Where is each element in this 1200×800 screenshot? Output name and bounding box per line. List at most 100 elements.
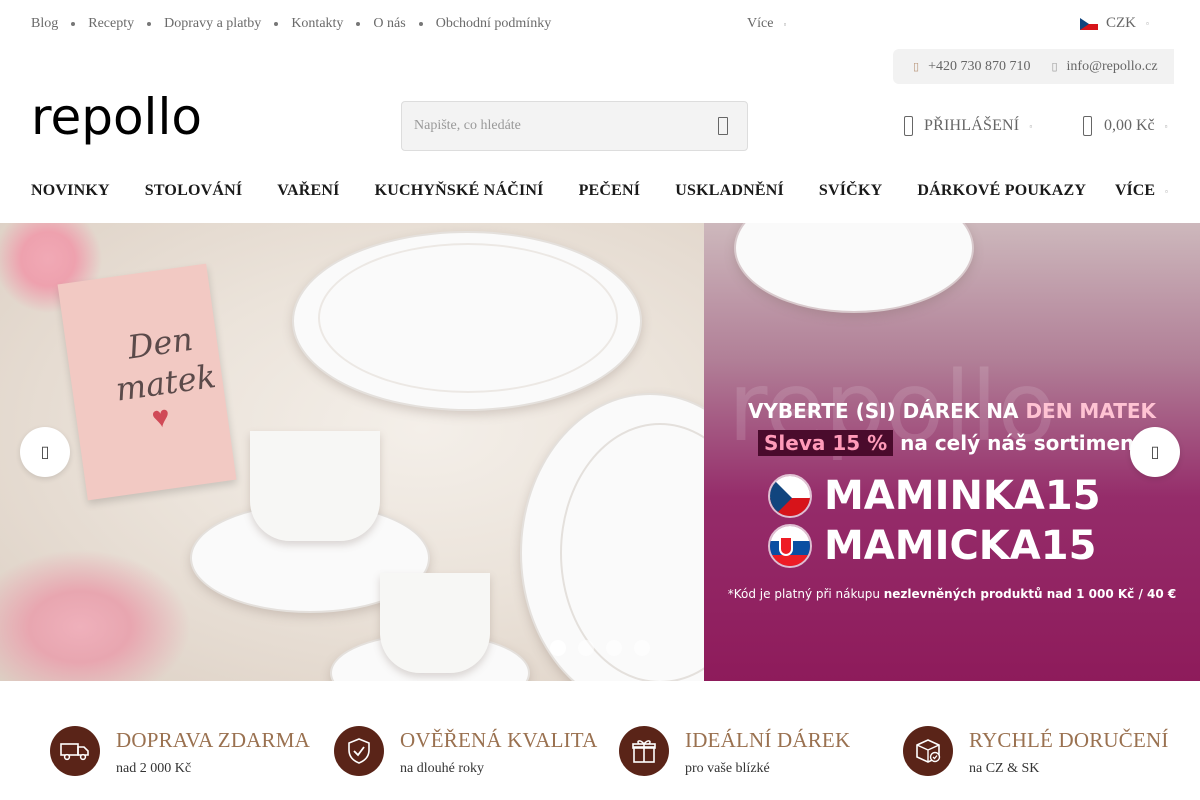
- slider-dot[interactable]: [550, 640, 566, 656]
- slider-prev-button[interactable]: ▯: [20, 427, 70, 477]
- top-bar: Blog Recepty Dopravy a platby Kontakty O…: [0, 0, 1200, 48]
- search-icon[interactable]: [718, 117, 728, 135]
- mail-icon: ▯: [1051, 61, 1058, 73]
- email-address: info@repollo.cz: [1066, 58, 1158, 74]
- top-more-label: Více: [747, 16, 774, 31]
- benefit-text: RYCHLÉ DORUČENÍ na CZ & SK: [969, 726, 1169, 777]
- chevron-down-icon: ▫: [1029, 121, 1033, 131]
- benefit-text: OVĚŘENÁ KVALITA na dlouhé roky: [400, 726, 598, 777]
- benefit-subtitle: pro vaše blízké: [685, 761, 770, 776]
- promo-code-text: MAMICKA15: [824, 523, 1097, 569]
- top-more-dropdown[interactable]: Více ▫: [747, 16, 786, 32]
- nav-item-svicky[interactable]: SVÍČKY: [819, 182, 882, 200]
- promo-code-cz: MAMINKA15: [768, 473, 1101, 519]
- slovak-flag-icon: [768, 524, 812, 568]
- promo-title-prefix: VYBERTE (SI) DÁREK NA: [747, 399, 1026, 423]
- promo-code-sk: MAMICKA15: [768, 523, 1096, 569]
- currency-label: CZK: [1106, 15, 1136, 31]
- promo-note-bold: nezlevněných produktů nad 1 000 Kč / 40 …: [883, 587, 1177, 601]
- phone-contact[interactable]: ▯ +420 730 870 710: [913, 59, 1030, 75]
- card-handwriting: Den matek: [103, 316, 223, 411]
- slider-dots: [550, 640, 662, 656]
- top-link-blog[interactable]: Blog: [31, 16, 58, 32]
- nav-item-stolovani[interactable]: STOLOVÁNÍ: [145, 182, 243, 200]
- search-input[interactable]: [402, 118, 692, 134]
- user-icon: [904, 116, 913, 136]
- promo-code-text: MAMINKA15: [824, 473, 1101, 519]
- promo-subtitle: Sleva 15 % na celý náš sortiment: [758, 430, 1144, 456]
- phone-icon: ▯: [913, 61, 920, 73]
- benefit-quality: OVĚŘENÁ KVALITA na dlouhé roky: [334, 726, 598, 777]
- benefit-free-shipping: DOPRAVA ZDARMA nad 2 000 Kč: [50, 726, 310, 777]
- nav-item-novinky[interactable]: NOVINKY: [31, 182, 110, 200]
- discount-badge: Sleva 15 %: [758, 430, 894, 456]
- gift-icon: [619, 726, 669, 776]
- separator-dot: [418, 22, 423, 26]
- top-link-o-nas[interactable]: O nás: [373, 16, 405, 32]
- benefit-text: DOPRAVA ZDARMA nad 2 000 Kč: [116, 726, 310, 777]
- chevron-left-icon: ▯: [40, 444, 50, 461]
- benefit-text: IDEÁLNÍ DÁREK pro vaše blízké: [685, 726, 850, 777]
- package-icon: [903, 726, 953, 776]
- truck-icon: [50, 726, 100, 776]
- separator-dot: [274, 22, 279, 26]
- slider-next-button[interactable]: ▯: [1130, 427, 1180, 477]
- bowl-image: [734, 223, 974, 313]
- phone-number: +420 730 870 710: [928, 58, 1031, 74]
- hero-slider[interactable]: Den matek ♥ repollo VYBERTE (SI) DÁREK N…: [0, 223, 1200, 681]
- chevron-down-icon: ▫: [1165, 186, 1168, 196]
- separator-dot: [356, 22, 361, 26]
- cart-icon: [1083, 116, 1092, 136]
- nav-more-dropdown[interactable]: VÍCE ▫: [1115, 182, 1168, 200]
- email-contact[interactable]: ▯ info@repollo.cz: [1051, 59, 1157, 75]
- contact-box: ▯ +420 730 870 710 ▯ info@repollo.cz: [893, 49, 1174, 84]
- benefit-subtitle: na dlouhé roky: [400, 761, 484, 776]
- shield-check-icon: [334, 726, 384, 776]
- flowers-decoration: [0, 543, 200, 681]
- benefit-subtitle: nad 2 000 Kč: [116, 761, 192, 776]
- slider-dot[interactable]: [606, 640, 622, 656]
- login-button[interactable]: PŘIHLÁŠENÍ ▫: [904, 116, 1032, 136]
- top-links: Blog Recepty Dopravy a platby Kontakty O…: [31, 16, 551, 32]
- cart-button[interactable]: 0,00 Kč ▫: [1083, 116, 1168, 136]
- promo-subtitle-rest: na celý náš sortiment: [893, 431, 1144, 455]
- nav-item-uskladneni[interactable]: USKLADNĚNÍ: [675, 182, 784, 200]
- cart-total: 0,00 Kč: [1104, 117, 1155, 134]
- separator-dot: [147, 22, 152, 26]
- promo-title-highlight: DEN MATEK: [1025, 399, 1157, 423]
- top-link-dopravy[interactable]: Dopravy a platby: [164, 16, 261, 32]
- benefit-gift: IDEÁLNÍ DÁREK pro vaše blízké: [619, 726, 850, 777]
- benefit-title: OVĚŘENÁ KVALITA: [400, 728, 598, 752]
- chevron-down-icon: ▫: [1164, 121, 1168, 131]
- slider-dot[interactable]: [578, 640, 594, 656]
- benefit-fast-delivery: RYCHLÉ DORUČENÍ na CZ & SK: [903, 726, 1169, 777]
- benefit-title: RYCHLÉ DORUČENÍ: [969, 728, 1169, 752]
- promo-note-prefix: *Kód je platný při nákupu: [727, 587, 884, 601]
- benefits-row: DOPRAVA ZDARMA nad 2 000 Kč OVĚŘENÁ KVAL…: [0, 726, 1200, 800]
- nav-item-peceni[interactable]: PEČENÍ: [579, 182, 641, 200]
- top-link-recepty[interactable]: Recepty: [88, 16, 134, 32]
- login-label: PŘIHLÁŠENÍ: [924, 117, 1020, 134]
- promo-note: *Kód je platný při nákupu nezlevněných p…: [704, 587, 1200, 601]
- chevron-right-icon: ▯: [1150, 444, 1160, 461]
- czech-flag-icon: [1080, 17, 1098, 30]
- promo-title: VYBERTE (SI) DÁREK NA DEN MATEK: [704, 399, 1200, 423]
- benefit-title: DOPRAVA ZDARMA: [116, 728, 310, 752]
- separator-dot: [71, 22, 76, 26]
- nav-item-darkove-poukazy[interactable]: DÁRKOVÉ POUKAZY: [917, 182, 1086, 200]
- chevron-down-icon: ▫: [1146, 19, 1149, 28]
- slider-dot[interactable]: [634, 640, 650, 656]
- nav-item-vareni[interactable]: VAŘENÍ: [277, 182, 339, 200]
- plate-image: [318, 243, 618, 393]
- currency-selector[interactable]: CZK ▫: [1080, 15, 1149, 32]
- cup-image: [380, 573, 490, 673]
- top-link-kontakty[interactable]: Kontakty: [291, 16, 343, 32]
- nav-item-kuchynske-nacini[interactable]: KUCHYŇSKÉ NÁČINÍ: [375, 182, 544, 200]
- cup-image: [250, 431, 380, 541]
- benefit-subtitle: na CZ & SK: [969, 761, 1040, 776]
- benefit-title: IDEÁLNÍ DÁREK: [685, 728, 851, 752]
- nav-more-label: VÍCE: [1115, 182, 1156, 199]
- chevron-down-icon: ▫: [783, 19, 787, 29]
- top-link-podminky[interactable]: Obchodní podmínky: [436, 16, 552, 32]
- site-logo[interactable]: repollo: [31, 88, 202, 146]
